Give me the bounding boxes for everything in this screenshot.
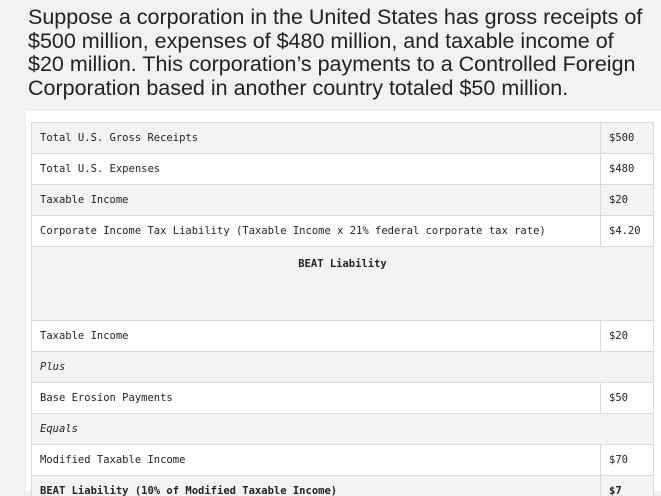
row-label: Taxable Income	[31, 184, 601, 216]
row-beat-liability: BEAT Liability (10% of Modified Taxable …	[31, 475, 654, 496]
row-label: Taxable Income	[31, 320, 601, 352]
row-modified-taxable-income: Modified Taxable Income $70	[31, 444, 654, 476]
section-heading-row: BEAT Liability	[31, 246, 654, 321]
row-label: BEAT Liability (10% of Modified Taxable …	[31, 475, 601, 496]
beat-example-table: Total U.S. Gross Receipts $500 Total U.S…	[31, 122, 654, 496]
row-value: $50	[600, 382, 654, 414]
row-expenses: Total U.S. Expenses $480	[31, 153, 654, 185]
operator-label: Equals	[31, 413, 654, 445]
row-label: Total U.S. Gross Receipts	[31, 122, 601, 154]
row-value: $7	[600, 475, 654, 496]
row-label: Corporate Income Tax Liability (Taxable …	[31, 215, 601, 247]
row-plus: Plus	[31, 351, 654, 383]
beat-example-panel: Total U.S. Gross Receipts $500 Total U.S…	[26, 111, 661, 496]
row-beat-taxable-income: Taxable Income $20	[31, 320, 654, 352]
row-taxable-income: Taxable Income $20	[31, 184, 654, 216]
row-value: $70	[600, 444, 654, 476]
row-equals: Equals	[31, 413, 654, 445]
row-value: $20	[600, 320, 654, 352]
section-heading: BEAT Liability	[31, 246, 654, 321]
row-label: Total U.S. Expenses	[31, 153, 601, 185]
operator-label: Plus	[31, 351, 654, 383]
row-value: $4.20	[600, 215, 654, 247]
row-label: Modified Taxable Income	[31, 444, 601, 476]
row-value: $20	[600, 184, 654, 216]
row-corporate-tax-liability: Corporate Income Tax Liability (Taxable …	[31, 215, 654, 247]
row-value: $480	[600, 153, 654, 185]
row-label: Base Erosion Payments	[31, 382, 601, 414]
row-base-erosion-payments: Base Erosion Payments $50	[31, 382, 654, 414]
row-value: $500	[600, 122, 654, 154]
row-gross-receipts: Total U.S. Gross Receipts $500	[31, 122, 654, 154]
intro-paragraph: Suppose a corporation in the United Stat…	[28, 5, 643, 100]
